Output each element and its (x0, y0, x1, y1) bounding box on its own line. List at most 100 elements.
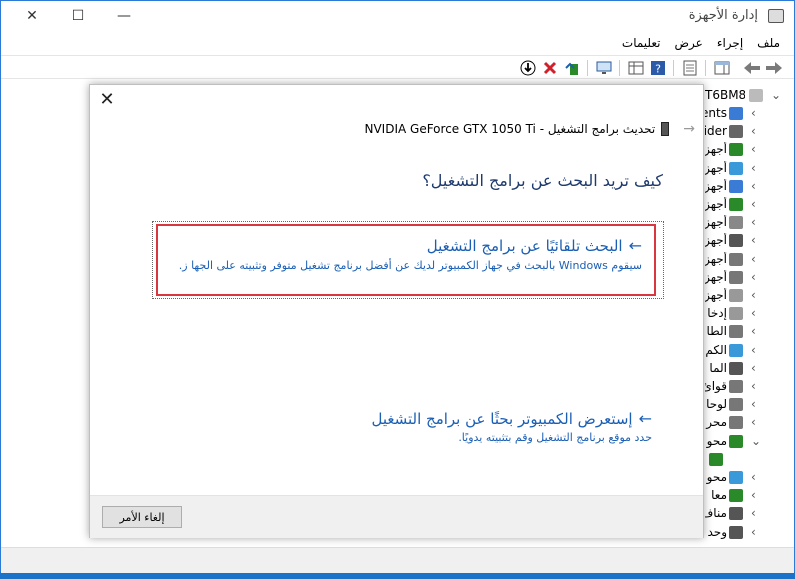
tree-item[interactable]: أجهز ‹ (701, 160, 794, 178)
chevron-left-icon[interactable]: ‹ (751, 488, 756, 502)
chevron-left-icon[interactable]: ‹ (751, 361, 756, 375)
download-driver-button[interactable] (519, 59, 537, 77)
tree-item-label: معا (711, 488, 727, 503)
tree-item-label: محر (706, 415, 727, 430)
back-button[interactable] (743, 59, 761, 77)
chevron-left-icon[interactable]: ‹ (751, 197, 756, 211)
tree-item[interactable]: أجهز ‹ (701, 214, 794, 232)
menu-view[interactable]: عرض (675, 36, 703, 50)
scan-hardware-button[interactable] (595, 59, 613, 77)
tree-item[interactable]: الطا ‹ (701, 323, 794, 341)
display-adapter-icon (709, 452, 723, 466)
chevron-left-icon[interactable]: ‹ (751, 252, 756, 266)
chevron-left-icon[interactable]: ‹ (751, 397, 756, 411)
chevron-left-icon[interactable]: ‹ (751, 525, 756, 539)
chevron-left-icon[interactable]: ‹ (751, 288, 756, 302)
tree-item[interactable]: أجهز ‹ (701, 141, 794, 159)
mouse-icon (729, 361, 743, 375)
toolbar-separator (705, 60, 706, 76)
maximize-button[interactable]: ☐ (55, 1, 101, 31)
chevron-left-icon[interactable]: ‹ (751, 306, 756, 320)
browse-computer-option[interactable]: ← إستعرض الكمبيوتر بحثًا عن برامج التشغي… (152, 403, 664, 451)
tree-item[interactable]: محو ⌄ (701, 433, 794, 451)
tree-item[interactable]: الما ‹ (701, 360, 794, 378)
tree-item-label: أجهز (705, 160, 727, 175)
arrow-left-icon: ← (628, 236, 642, 255)
chevron-left-icon[interactable]: ‹ (751, 470, 756, 484)
tree-item-label: الما (709, 360, 727, 375)
chevron-left-icon[interactable]: ‹ (751, 215, 756, 229)
menu-action[interactable]: إجراء (717, 36, 743, 50)
option-title: ← إستعرض الكمبيوتر بحثًا عن برامج التشغي… (371, 409, 652, 428)
chevron-left-icon[interactable]: ‹ (751, 233, 756, 247)
view-resources-button[interactable] (627, 59, 645, 77)
show-hide-tree-button[interactable] (713, 59, 731, 77)
tree-item[interactable]: أجهز ‹ (701, 287, 794, 305)
tree-item[interactable]: أجهز ‹ (701, 232, 794, 250)
monitor-icon (729, 161, 743, 175)
chevron-down-icon[interactable]: ⌄ (751, 434, 761, 448)
cancel-button[interactable]: إلغاء الأمر (102, 506, 182, 528)
back-arrow-icon: → (683, 121, 695, 137)
tree-item[interactable]: الكم ‹ (701, 342, 794, 360)
tree-item-label: قوائ (705, 379, 727, 393)
update-driver-button[interactable] (563, 59, 581, 77)
tree-item[interactable]: محو ‹ (701, 469, 794, 487)
chevron-left-icon[interactable]: ‹ (751, 324, 756, 338)
tree-item-label: أجهز (705, 288, 727, 302)
search-automatically-option[interactable]: ← البحث تلقائيًا عن برامج التشغيل سيقوم … (152, 221, 664, 299)
forward-button[interactable] (765, 59, 783, 77)
chevron-left-icon[interactable]: ‹ (751, 161, 756, 175)
tree-item[interactable]: لوحا ‹ (701, 396, 794, 414)
menu-help[interactable]: تعليمات (622, 36, 661, 50)
chevron-left-icon[interactable]: ‹ (751, 106, 756, 120)
pen-icon (729, 234, 743, 248)
chip-icon (729, 489, 743, 503)
help-button[interactable]: ? (649, 59, 667, 77)
chevron-left-icon[interactable]: ‹ (751, 270, 756, 284)
tree-item-label: أجهز (705, 142, 727, 157)
tree-item[interactable]: أجهز ‹ (701, 196, 794, 214)
tree-item[interactable]: ents ‹ (701, 105, 794, 123)
close-button[interactable]: ✕ (9, 1, 55, 31)
chevron-left-icon[interactable]: ‹ (751, 124, 756, 138)
tree-item[interactable]: أجهز ‹ (701, 269, 794, 287)
minimize-button[interactable]: — (101, 1, 147, 31)
device-manager-icon (768, 9, 784, 23)
tree-item[interactable]: ider ‹ (701, 123, 794, 141)
menu-bar: ملف إجراء عرض تعليمات (1, 32, 794, 54)
tree-item-label: أجهز (705, 215, 727, 230)
dialog-close-button[interactable]: ✕ (98, 91, 116, 109)
status-bar (1, 547, 794, 573)
tree-root[interactable]: T6BM88 ⌄ (701, 87, 794, 105)
chevron-down-icon[interactable]: ⌄ (771, 88, 781, 102)
tree-item[interactable]: محر ‹ (701, 414, 794, 432)
tree-item[interactable]: وحد ‹ (701, 524, 794, 542)
tree-item-label: مناف (705, 506, 727, 521)
toolbar-separator (673, 60, 674, 76)
card-icon (729, 198, 743, 211)
printer-icon (729, 125, 743, 139)
chevron-left-icon[interactable]: ‹ (751, 379, 756, 393)
uninstall-button[interactable] (541, 59, 559, 77)
properties-button[interactable] (681, 59, 699, 77)
tree-item[interactable]: معا ‹ (701, 487, 794, 505)
option-description: سيقوم Windows بالبحث في جهاز الكمبيوتر ل… (178, 259, 642, 272)
tree-item[interactable]: أجهز ‹ (701, 178, 794, 196)
tree-item[interactable]: أجهز ‹ (701, 251, 794, 269)
chevron-left-icon[interactable]: ‹ (751, 142, 756, 156)
menu-file[interactable]: ملف (757, 36, 780, 50)
tree-item[interactable]: قوائ ‹ (701, 378, 794, 396)
chevron-left-icon[interactable]: ‹ (751, 179, 756, 193)
chevron-left-icon[interactable]: ‹ (751, 415, 756, 429)
tree-item-label: أجهز (705, 197, 727, 211)
option-title: ← البحث تلقائيًا عن برامج التشغيل (427, 236, 642, 255)
chevron-left-icon[interactable]: ‹ (751, 343, 756, 357)
chevron-left-icon[interactable]: ‹ (751, 506, 756, 520)
tree-item[interactable]: إدخا ‹ (701, 305, 794, 323)
tree-item[interactable] (701, 451, 794, 469)
forward-arrow-icon (766, 62, 782, 74)
grid-view-icon (628, 61, 644, 75)
tree-item[interactable]: مناف ‹ (701, 505, 794, 523)
properties-icon (683, 60, 697, 76)
